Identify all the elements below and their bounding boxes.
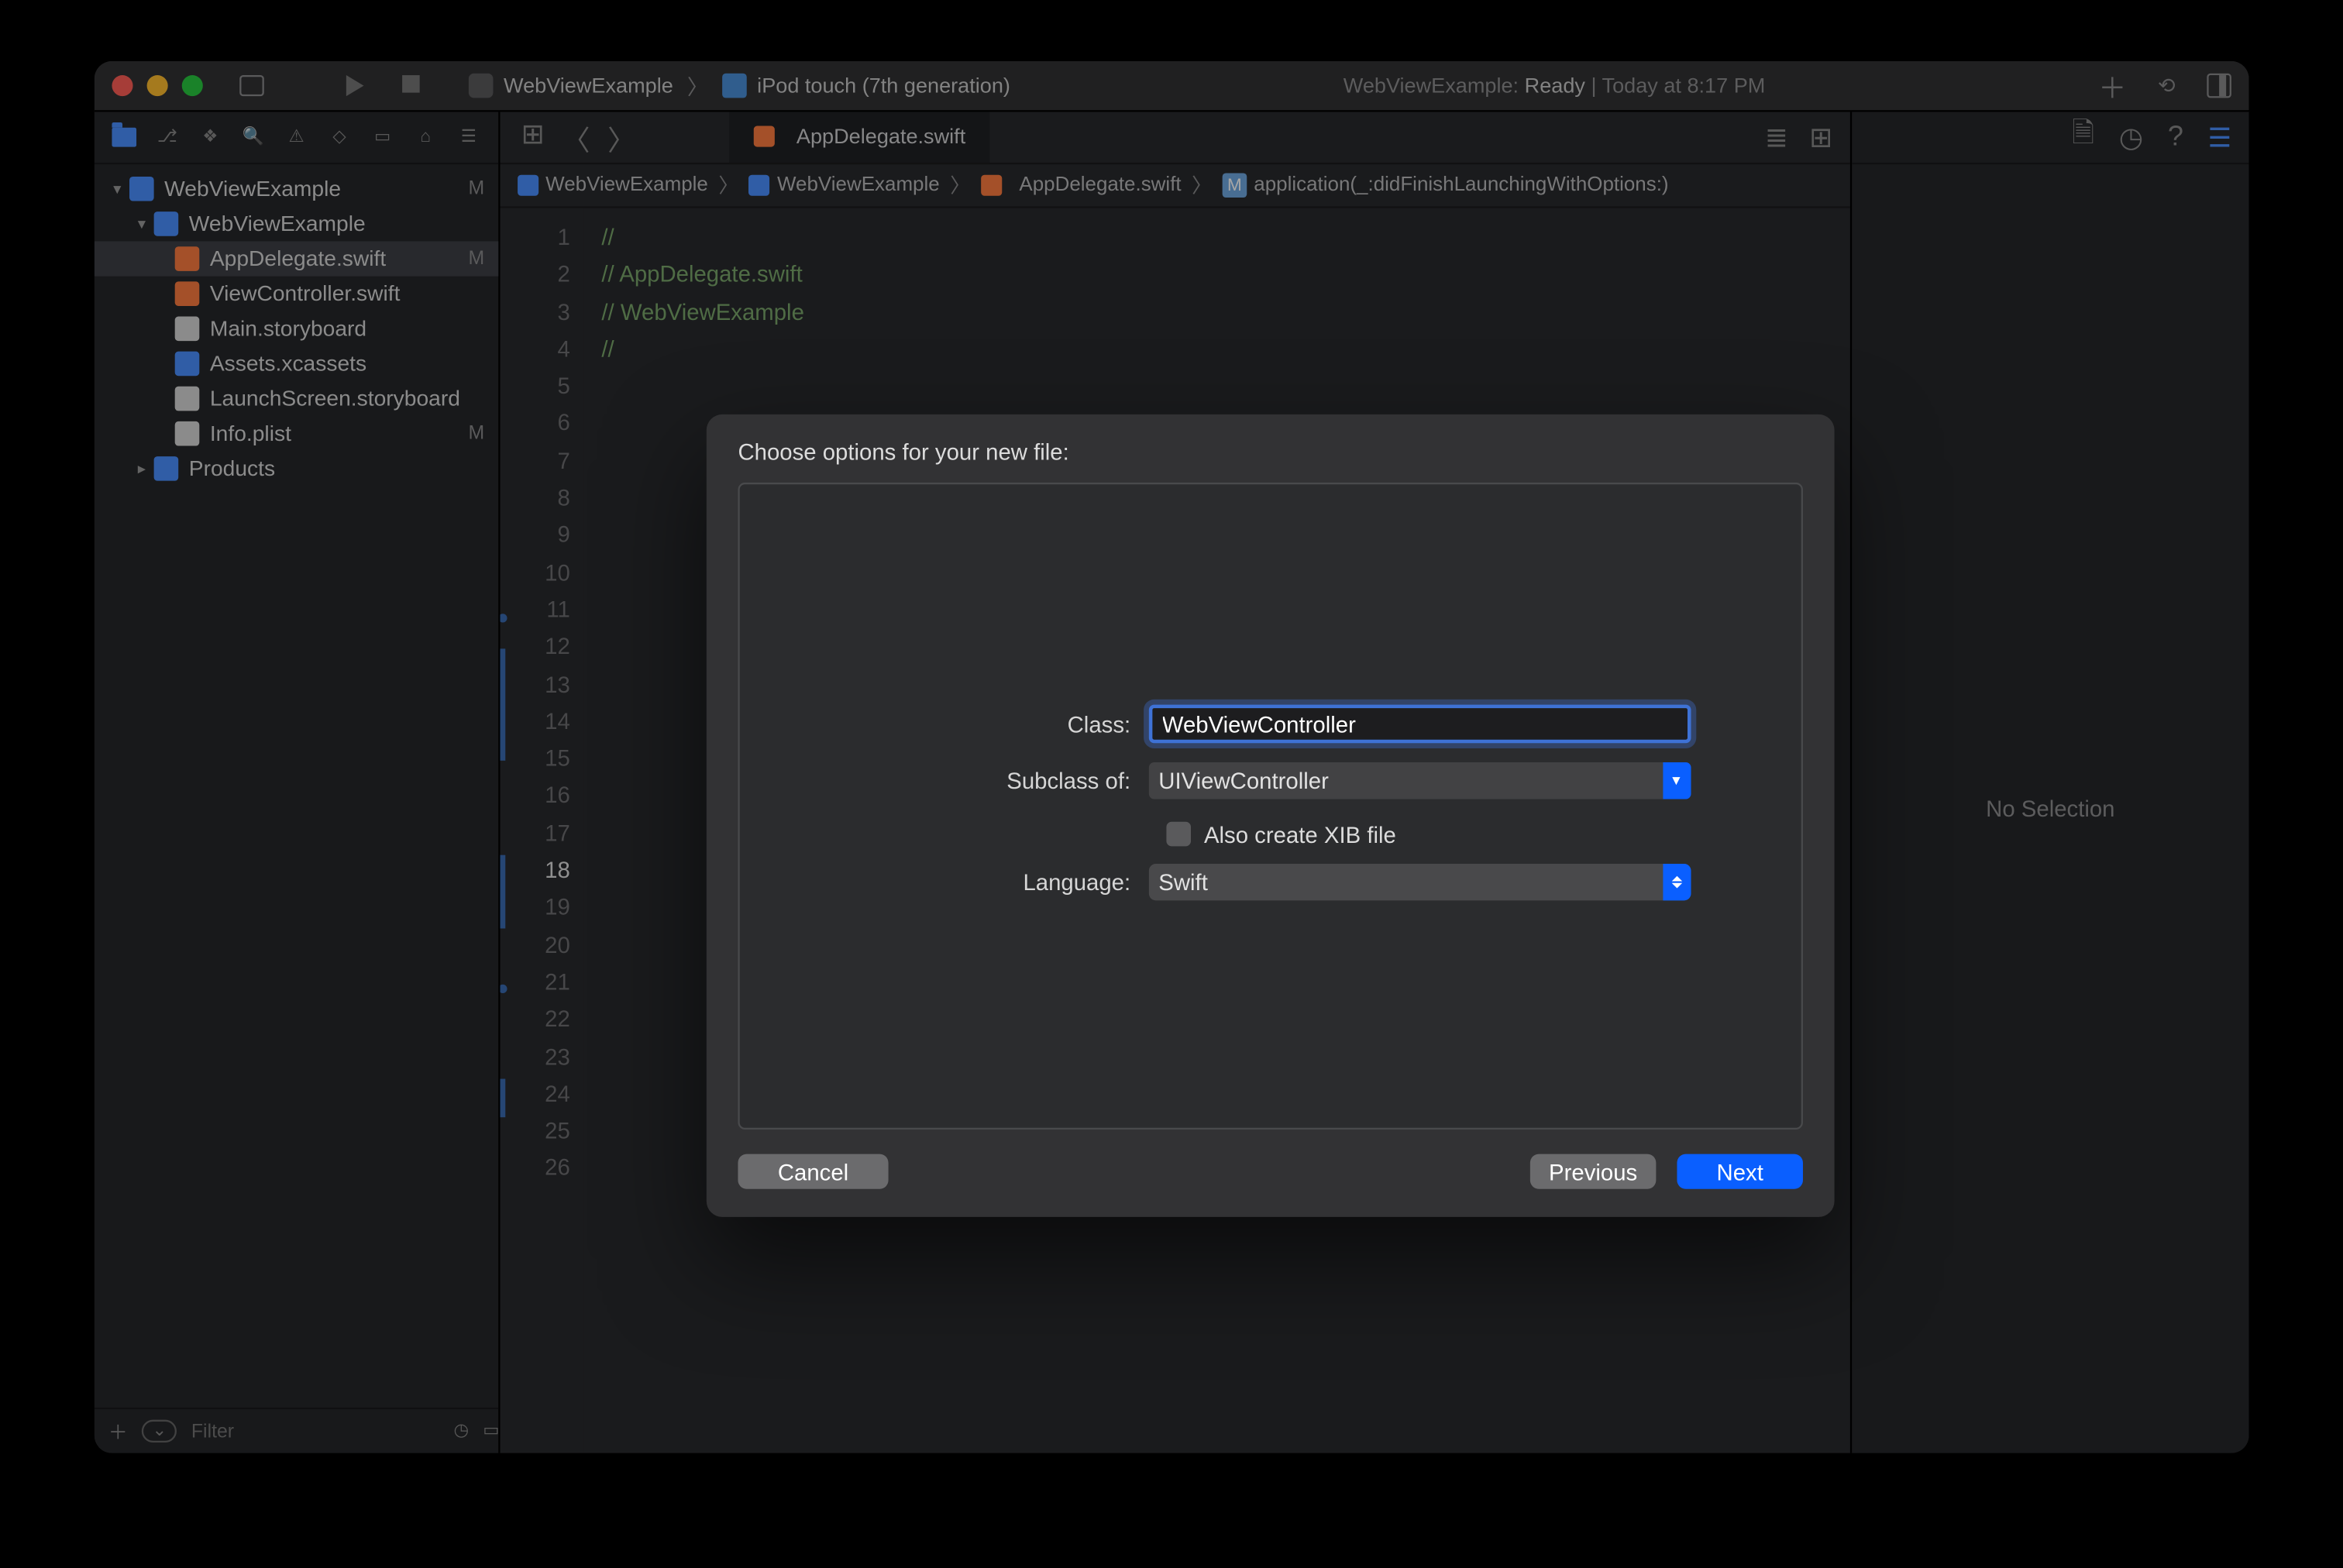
cancel-button[interactable]: Cancel	[738, 1154, 888, 1189]
subclass-combobox[interactable]: UIViewController ▾	[1148, 762, 1691, 798]
language-popup[interactable]: Swift	[1148, 863, 1691, 899]
language-value: Swift	[1158, 868, 1208, 895]
previous-button[interactable]: Previous	[1530, 1154, 1657, 1189]
class-label: Class:	[851, 710, 1148, 737]
class-name-input[interactable]	[1148, 705, 1691, 744]
subclass-label: Subclass of:	[851, 767, 1148, 793]
next-button[interactable]: Next	[1677, 1154, 1803, 1189]
xcode-window: WebViewExample 〉 iPod touch (7th generat…	[95, 61, 2249, 1453]
language-label: Language:	[851, 868, 1148, 895]
sheet-form-container: Class: Subclass of: UIViewController ▾ A…	[738, 483, 1803, 1130]
sheet-title: Choose options for your new file:	[738, 439, 1803, 466]
create-xib-label: Also create XIB file	[1204, 821, 1396, 848]
subclass-value: UIViewController	[1158, 767, 1329, 793]
new-file-options-sheet: Choose options for your new file: Class:…	[707, 414, 1835, 1217]
chevron-down-icon: ▾	[1662, 762, 1690, 798]
create-xib-checkbox[interactable]	[1165, 822, 1190, 847]
updown-icon	[1662, 863, 1690, 899]
